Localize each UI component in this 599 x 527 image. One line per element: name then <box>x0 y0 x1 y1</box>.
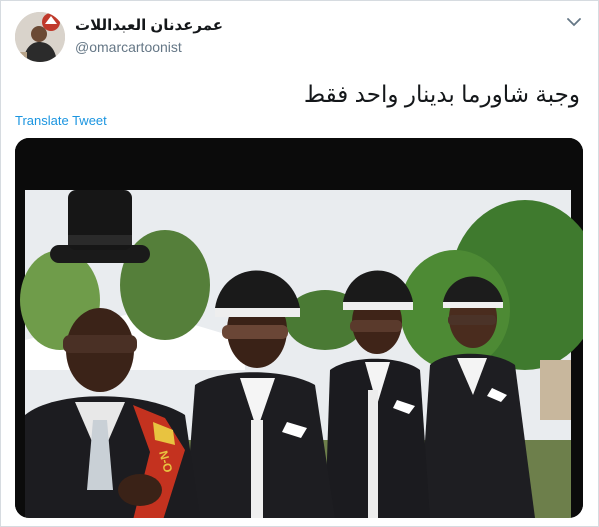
chevron-down-icon[interactable] <box>567 17 581 27</box>
translate-tweet-link[interactable]: Translate Tweet <box>15 113 107 128</box>
avatar-image <box>15 12 65 62</box>
tweet-card: عمرعدنان العبداللات @omarcartoonist وجبة… <box>0 0 599 527</box>
user-handle[interactable]: @omarcartoonist <box>75 39 182 55</box>
media-video-still: N-O <box>15 138 583 518</box>
display-name[interactable]: عمرعدنان العبداللات <box>75 16 223 34</box>
tweet-text: وجبة شاورما بدينار واحد فقط <box>303 81 580 107</box>
tweet-media[interactable]: N-O <box>15 138 583 518</box>
avatar[interactable] <box>15 12 65 62</box>
